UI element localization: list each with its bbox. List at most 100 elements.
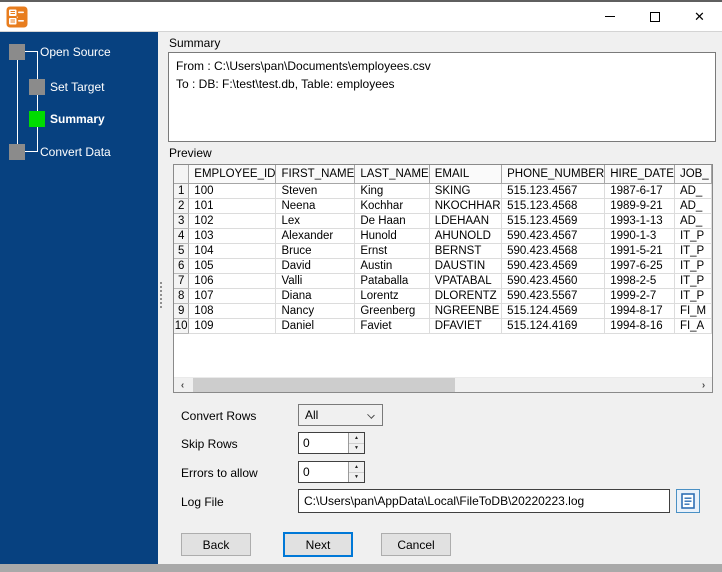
column-header[interactable]: EMAIL	[429, 165, 503, 184]
table-cell[interactable]: 1994-8-17	[604, 303, 675, 319]
table-cell[interactable]: De Haan	[354, 213, 430, 229]
log-file-browse-button[interactable]	[676, 489, 700, 513]
table-cell[interactable]: 1998-2-5	[604, 273, 675, 289]
table-cell[interactable]: LDEHAAN	[429, 213, 503, 229]
table-cell[interactable]: Hunold	[354, 228, 430, 244]
convert-rows-select[interactable]: All	[298, 404, 383, 426]
table-cell[interactable]: 1999-2-7	[604, 288, 675, 304]
column-header[interactable]: FIRST_NAME	[275, 165, 356, 184]
table-cell[interactable]: 515.123.4568	[501, 198, 606, 214]
table-cell[interactable]: Greenberg	[354, 303, 430, 319]
table-cell[interactable]: Diana	[275, 288, 356, 304]
table-cell[interactable]: King	[354, 183, 430, 199]
sidebar-item-open-source[interactable]: Open Source	[40, 44, 111, 60]
table-cell[interactable]: BERNST	[429, 243, 503, 259]
table-cell[interactable]: 107	[188, 288, 277, 304]
sidebar-item-convert-data[interactable]: Convert Data	[40, 144, 111, 160]
table-cell[interactable]: Steven	[275, 183, 356, 199]
table-cell[interactable]: AD_	[674, 213, 712, 229]
table-cell[interactable]: 1994-8-16	[604, 318, 675, 334]
table-cell[interactable]: 109	[188, 318, 277, 334]
row-number-header[interactable]	[174, 165, 190, 184]
table-cell[interactable]: 101	[188, 198, 277, 214]
table-cell[interactable]: Valli	[275, 273, 356, 289]
table-cell[interactable]: FI_M	[674, 303, 712, 319]
table-cell[interactable]: AHUNOLD	[429, 228, 503, 244]
table-cell[interactable]: NGREENBE	[429, 303, 503, 319]
table-cell[interactable]: 1990-1-3	[604, 228, 675, 244]
row-number-cell[interactable]: 8	[174, 288, 190, 304]
table-cell[interactable]: Lex	[275, 213, 356, 229]
table-cell[interactable]: 106	[188, 273, 277, 289]
column-header[interactable]: HIRE_DATE	[604, 165, 675, 184]
table-cell[interactable]: 515.124.4569	[501, 303, 606, 319]
sidebar-item-summary[interactable]: Summary	[50, 111, 105, 127]
errors-up-icon[interactable]: ▲	[349, 462, 364, 473]
table-cell[interactable]: 1987-6-17	[604, 183, 675, 199]
scroll-left-arrow-icon[interactable]: ‹	[174, 378, 191, 392]
table-cell[interactable]: IT_P	[674, 228, 712, 244]
log-file-input[interactable]	[298, 489, 670, 513]
table-cell[interactable]: 1997-6-25	[604, 258, 675, 274]
row-number-cell[interactable]: 3	[174, 213, 190, 229]
table-cell[interactable]: Daniel	[275, 318, 356, 334]
table-cell[interactable]: Bruce	[275, 243, 356, 259]
table-cell[interactable]: Alexander	[275, 228, 356, 244]
table-cell[interactable]: 590.423.4560	[501, 273, 606, 289]
close-button[interactable]: ✕	[677, 2, 722, 31]
table-cell[interactable]: Austin	[354, 258, 430, 274]
column-header[interactable]: EMPLOYEE_ID	[188, 165, 277, 184]
table-cell[interactable]: IT_P	[674, 258, 712, 274]
minimize-button[interactable]	[587, 2, 632, 31]
next-button[interactable]: Next	[283, 532, 353, 557]
table-cell[interactable]: 515.123.4567	[501, 183, 606, 199]
table-cell[interactable]: 100	[188, 183, 277, 199]
row-number-cell[interactable]: 6	[174, 258, 190, 274]
table-cell[interactable]: 590.423.4568	[501, 243, 606, 259]
errors-down-icon[interactable]: ▼	[349, 472, 364, 482]
table-cell[interactable]: 1989-9-21	[604, 198, 675, 214]
row-number-cell[interactable]: 4	[174, 228, 190, 244]
table-cell[interactable]: 590.423.4569	[501, 258, 606, 274]
table-cell[interactable]: DFAVIET	[429, 318, 503, 334]
skip-rows-input[interactable]	[299, 433, 348, 453]
table-cell[interactable]: AD_	[674, 198, 712, 214]
column-header[interactable]: JOB_	[674, 165, 712, 184]
table-cell[interactable]: 105	[188, 258, 277, 274]
table-cell[interactable]: Faviet	[354, 318, 430, 334]
cancel-button[interactable]: Cancel	[381, 533, 451, 556]
table-cell[interactable]: 103	[188, 228, 277, 244]
scrollbar-thumb[interactable]	[193, 378, 455, 392]
table-cell[interactable]: 108	[188, 303, 277, 319]
table-cell[interactable]: 590.423.4567	[501, 228, 606, 244]
table-cell[interactable]: DAUSTIN	[429, 258, 503, 274]
table-cell[interactable]: SKING	[429, 183, 503, 199]
table-cell[interactable]: Ernst	[354, 243, 430, 259]
skip-rows-up-icon[interactable]: ▲	[349, 433, 364, 444]
maximize-button[interactable]	[632, 2, 677, 31]
errors-to-allow-input[interactable]	[299, 462, 348, 482]
row-number-cell[interactable]: 9	[174, 303, 190, 319]
column-header[interactable]: LAST_NAME	[354, 165, 430, 184]
table-cell[interactable]: VPATABAL	[429, 273, 503, 289]
table-cell[interactable]: Kochhar	[354, 198, 430, 214]
table-cell[interactable]: 515.123.4569	[501, 213, 606, 229]
table-cell[interactable]: IT_P	[674, 273, 712, 289]
table-cell[interactable]: 1991-5-21	[604, 243, 675, 259]
sidebar-item-set-target[interactable]: Set Target	[50, 79, 104, 95]
row-number-cell[interactable]: 5	[174, 243, 190, 259]
table-cell[interactable]: FI_A	[674, 318, 712, 334]
row-number-cell[interactable]: 7	[174, 273, 190, 289]
skip-rows-down-icon[interactable]: ▼	[349, 443, 364, 453]
table-cell[interactable]: Lorentz	[354, 288, 430, 304]
table-cell[interactable]: AD_	[674, 183, 712, 199]
table-cell[interactable]: NKOCHHAR	[429, 198, 503, 214]
table-cell[interactable]: Nancy	[275, 303, 356, 319]
table-cell[interactable]: 590.423.5567	[501, 288, 606, 304]
horizontal-scrollbar[interactable]: ‹ ›	[174, 377, 712, 392]
back-button[interactable]: Back	[181, 533, 251, 556]
row-number-cell[interactable]: 10	[174, 318, 190, 334]
table-cell[interactable]: DLORENTZ	[429, 288, 503, 304]
table-cell[interactable]: Neena	[275, 198, 356, 214]
table-cell[interactable]: IT_P	[674, 243, 712, 259]
